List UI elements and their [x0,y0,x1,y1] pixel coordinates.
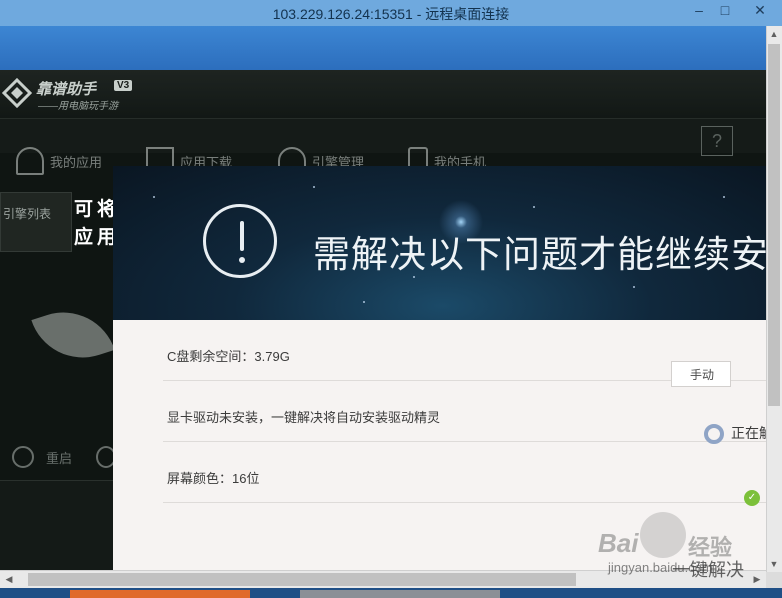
help-icon[interactable]: ? [701,126,733,156]
star [633,286,635,288]
star [723,196,725,198]
maximize-icon[interactable]: □ [712,0,738,22]
requirement-text: 显卡驱动未安装，一键解决将自动安装驱动精灵 [167,410,441,425]
requirement-text: C盘剩余空间：3.79G [167,349,290,364]
horizontal-scroll-thumb[interactable] [28,573,576,586]
star [313,186,315,188]
minimize-icon[interactable]: – [686,0,712,22]
baidu-paw-icon [640,512,686,558]
scroll-up-icon[interactable]: ▲ [766,26,782,42]
fixing-status: 正在解决 [731,425,766,441]
scroll-down-icon[interactable]: ▼ [766,556,782,572]
logo-icon [2,78,32,108]
vertical-scroll-thumb[interactable] [768,44,780,406]
dialog-title: 需解决以下问题才能继续安装 [313,234,766,275]
remote-desktop-background [0,26,782,70]
app-slogan: ——用电脑玩手游 [38,101,118,112]
scroll-left-icon[interactable]: ◀ [0,570,18,588]
watermark-brand: Bai [598,528,639,558]
star [363,301,365,303]
app-name: 靠谱助手 [36,81,97,98]
install-requirements-dialog: 需解决以下问题才能继续安装 C盘剩余空间：3.79G 显卡驱动未安装，一键解决将… [113,166,766,570]
nav-band [0,118,766,153]
rdp-titlebar: 103.229.126.24:15351 - 远程桌面连接 – □ ✕ [0,0,782,26]
star [153,196,155,198]
one-key-fix-text: 一键解决 [672,560,744,580]
leaf-icon [31,298,115,372]
scroll-right-icon[interactable]: ▶ [748,570,766,588]
refresh-icon [12,446,34,468]
engine-list-label: 引擎列表 [3,207,52,221]
star [533,206,535,208]
check-ok-icon: ✓ [744,490,760,506]
restart-label: 重启 [46,450,73,466]
loading-spinner-icon [704,424,724,444]
restart-button[interactable]: 重启 [12,446,72,468]
requirement-screen-color: 屏幕颜色：16位 [163,442,766,503]
lower-panel [0,480,114,570]
app-header: 靠谱助手 V3 ——用电脑玩手游 [0,70,766,118]
dialog-banner: 需解决以下问题才能继续安装 [113,166,766,320]
manual-fix-button[interactable]: 手动 [671,361,731,387]
taskbar-app-highlight[interactable] [70,590,250,598]
scroll-corner [766,572,782,588]
requirement-text: 屏幕颜色：16位 [167,471,260,486]
app-version-badge: V3 [114,80,133,91]
window-title: 103.229.126.24:15351 - 远程桌面连接 [272,6,510,22]
warning-icon [203,204,277,278]
nav-my-apps[interactable]: 我的应用 [16,146,102,176]
nav-label: 我的应用 [50,154,103,170]
close-icon[interactable]: ✕ [738,0,782,22]
taskbar-app[interactable] [300,590,500,598]
requirement-graphics-driver: 显卡驱动未安装，一键解决将自动安装驱动精灵 [163,381,766,442]
engine-list-tab[interactable]: 引擎列表 [0,192,72,252]
home-icon [16,147,44,175]
